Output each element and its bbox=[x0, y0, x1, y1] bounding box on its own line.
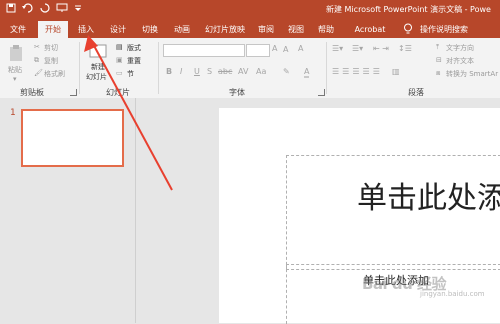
tab-slideshow[interactable]: 幻灯片放映 bbox=[200, 21, 250, 38]
new-slide-button-line2[interactable]: 幻灯片 bbox=[86, 72, 107, 82]
new-slide-icon[interactable] bbox=[89, 43, 107, 58]
tab-transitions[interactable]: 切换 bbox=[136, 21, 164, 38]
title-placeholder[interactable]: 单击此处添 bbox=[286, 155, 500, 270]
title-bar: 新建 Microsoft PowerPoint 演示文稿 - Powe bbox=[0, 0, 500, 21]
title-placeholder-text: 单击此处添 bbox=[357, 181, 500, 216]
window-title: 新建 Microsoft PowerPoint 演示文稿 - Powe bbox=[326, 5, 491, 14]
align-buttons-icon[interactable]: ☰☰☰☰☰ bbox=[332, 67, 383, 76]
section-button[interactable]: 节 bbox=[127, 69, 134, 79]
group-divider bbox=[79, 42, 80, 94]
text-direction-icon[interactable]: ⤒ bbox=[436, 43, 439, 52]
paragraph-group-label: 段落 bbox=[408, 88, 424, 97]
format-painter-button[interactable]: 格式刷 bbox=[44, 69, 65, 79]
tab-animations[interactable]: 动画 bbox=[168, 21, 196, 38]
cut-button[interactable]: 剪切 bbox=[44, 43, 58, 53]
font-color-button[interactable]: A bbox=[304, 67, 310, 78]
font-launcher-icon[interactable] bbox=[318, 89, 325, 96]
clipboard-group-label: 剪贴板 bbox=[20, 88, 44, 97]
slide-thumbnail[interactable] bbox=[21, 109, 124, 167]
underline-button[interactable]: U bbox=[194, 67, 200, 76]
reset-button[interactable]: 重置 bbox=[127, 56, 141, 66]
tab-acrobat[interactable]: Acrobat bbox=[350, 21, 390, 38]
smartart-button[interactable]: 转换为 SmartAr bbox=[446, 69, 498, 79]
slide-thumbnail-panel: 1 bbox=[0, 98, 136, 323]
tab-review[interactable]: 审阅 bbox=[254, 21, 278, 38]
tab-help[interactable]: 帮助 bbox=[314, 21, 338, 38]
ribbon-tabs: 文件 开始 插入 设计 切换 动画 幻灯片放映 审阅 视图 帮助 Acrobat… bbox=[0, 21, 500, 38]
undo-icon[interactable] bbox=[22, 2, 34, 19]
slides-group-label: 幻灯片 bbox=[106, 88, 130, 97]
copy-icon[interactable]: ⧉ bbox=[34, 56, 39, 65]
align-text-button[interactable]: 对齐文本 bbox=[446, 56, 474, 66]
strikethrough-button[interactable]: abc bbox=[218, 67, 232, 76]
watermark-url: jingyan.baidu.com bbox=[420, 290, 485, 298]
tab-home[interactable]: 开始 bbox=[38, 21, 68, 38]
layout-icon[interactable]: ▤ bbox=[116, 43, 123, 51]
italic-button[interactable]: I bbox=[180, 67, 182, 76]
customize-icon[interactable] bbox=[74, 2, 82, 19]
font-shrink-icon[interactable]: A bbox=[283, 45, 288, 54]
reset-icon[interactable]: ▣ bbox=[116, 56, 123, 64]
paste-icon[interactable] bbox=[9, 44, 23, 62]
clear-format-icon[interactable]: A bbox=[298, 44, 303, 53]
quick-access-toolbar bbox=[0, 2, 82, 19]
align-text-icon[interactable]: ⊟ bbox=[436, 56, 442, 64]
group-divider bbox=[326, 42, 327, 94]
font-grow-icon[interactable]: A bbox=[272, 44, 277, 53]
bold-button[interactable]: B bbox=[166, 67, 172, 76]
tab-view[interactable]: 视图 bbox=[284, 21, 308, 38]
paste-button[interactable]: 粘贴 bbox=[8, 65, 22, 75]
layout-button[interactable]: 版式 bbox=[127, 43, 141, 53]
indent-icon[interactable]: ⇤ ⇥ bbox=[373, 44, 389, 53]
tab-insert[interactable]: 插入 bbox=[72, 21, 100, 38]
format-painter-icon[interactable]: 🖌 bbox=[34, 69, 43, 77]
ribbon: 粘贴 ▾ ✂ 剪切 ⧉ 复制 🖌 格式刷 剪贴板 新建 幻灯片 ▤ 版式 ▣ 重… bbox=[0, 38, 500, 99]
change-case-button[interactable]: Aa bbox=[256, 67, 266, 76]
smartart-icon[interactable]: ⧈ bbox=[436, 69, 440, 78]
font-name-input[interactable] bbox=[163, 44, 245, 57]
tell-me-search[interactable]: 操作说明搜索 bbox=[417, 21, 471, 38]
tab-file[interactable]: 文件 bbox=[4, 21, 32, 38]
group-divider bbox=[158, 42, 159, 94]
new-slide-button[interactable]: 新建 bbox=[91, 62, 105, 72]
lightbulb-icon bbox=[404, 23, 412, 34]
section-icon[interactable]: ▭ bbox=[116, 69, 123, 77]
columns-icon[interactable]: ▥ bbox=[392, 67, 400, 76]
clipboard-launcher-icon[interactable] bbox=[70, 89, 77, 96]
copy-button[interactable]: 复制 bbox=[44, 56, 58, 66]
save-icon[interactable] bbox=[6, 2, 16, 19]
font-group-label: 字体 bbox=[229, 88, 245, 97]
tab-design[interactable]: 设计 bbox=[104, 21, 132, 38]
line-spacing-icon[interactable]: ↕☰ bbox=[398, 44, 412, 53]
font-size-input[interactable] bbox=[246, 44, 270, 57]
shadow-button[interactable]: S bbox=[207, 67, 212, 76]
highlight-icon[interactable]: ✎ bbox=[283, 67, 290, 76]
slide-number: 1 bbox=[10, 108, 16, 118]
paste-dropdown-icon[interactable]: ▾ bbox=[13, 75, 17, 83]
numbering-icon[interactable]: ☰▾ bbox=[352, 44, 363, 53]
text-direction-button[interactable]: 文字方向 bbox=[446, 43, 474, 53]
present-icon[interactable] bbox=[56, 2, 68, 19]
cut-icon[interactable]: ✂ bbox=[34, 43, 40, 51]
char-spacing-button[interactable]: AV bbox=[238, 67, 248, 76]
redo-icon[interactable] bbox=[40, 2, 50, 19]
bullets-icon[interactable]: ☰▾ bbox=[332, 44, 343, 53]
